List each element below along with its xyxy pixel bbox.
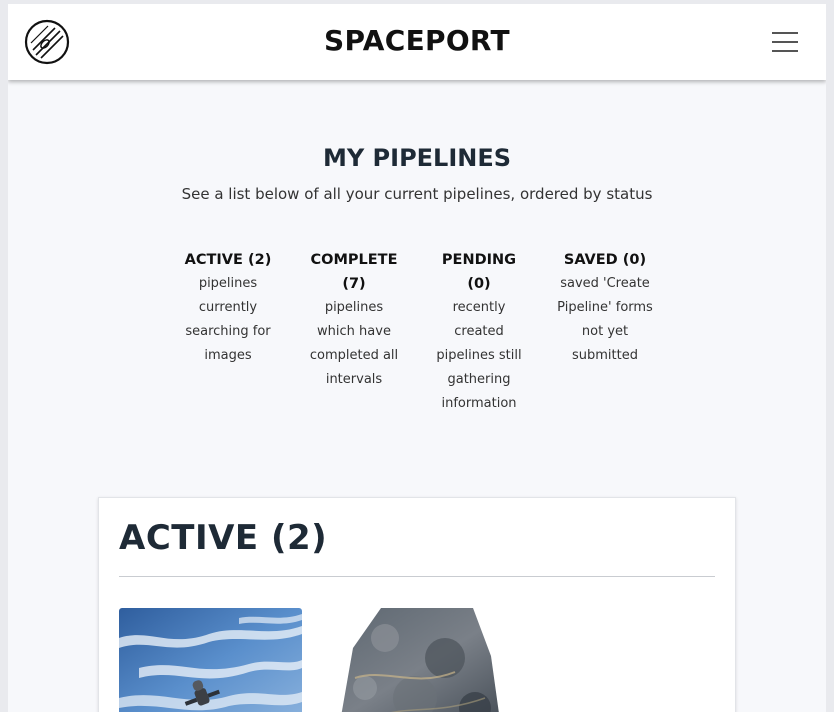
hamburger-menu-icon[interactable] <box>772 31 800 53</box>
status-summary-saved[interactable]: SAVED (0) saved 'Create Pipeline' forms … <box>557 248 653 368</box>
page-title: MY PIPELINES <box>322 144 512 172</box>
status-description: pipelines currently searching for images <box>185 276 271 363</box>
status-description: saved 'Create Pipeline' forms not yet su… <box>557 276 653 363</box>
status-label: SAVED (0) <box>563 252 647 268</box>
status-summary-pending[interactable]: PENDING (0) recently created pipelines s… <box>431 248 527 416</box>
app-frame: SPACEPORT MY PIPELINES See a list below … <box>8 4 826 712</box>
status-label: ACTIVE (2) <box>184 252 272 268</box>
section-title: ACTIVE (2) <box>119 518 328 558</box>
status-description: recently created pipelines still gatheri… <box>436 300 522 411</box>
active-pipelines-card: ACTIVE (2) <box>98 497 736 712</box>
page-subtitle: See a list below of all your current pip… <box>181 185 653 203</box>
menu-bar <box>772 41 798 43</box>
satellite-terrain-image[interactable] <box>325 608 515 712</box>
section-divider <box>119 576 715 577</box>
satellite-sky-image[interactable] <box>119 608 302 712</box>
status-label: COMPLETE (7) <box>310 252 398 292</box>
status-summary-active[interactable]: ACTIVE (2) pipelines currently searching… <box>180 248 276 368</box>
status-label: PENDING (0) <box>441 252 517 292</box>
top-navbar: SPACEPORT <box>8 4 826 80</box>
brand-title[interactable]: SPACEPORT <box>8 24 826 57</box>
menu-bar <box>772 32 798 34</box>
status-description: pipelines which have completed all inter… <box>309 300 399 387</box>
status-summary-complete[interactable]: COMPLETE (7) pipelines which have comple… <box>306 248 402 392</box>
menu-bar <box>772 50 798 52</box>
